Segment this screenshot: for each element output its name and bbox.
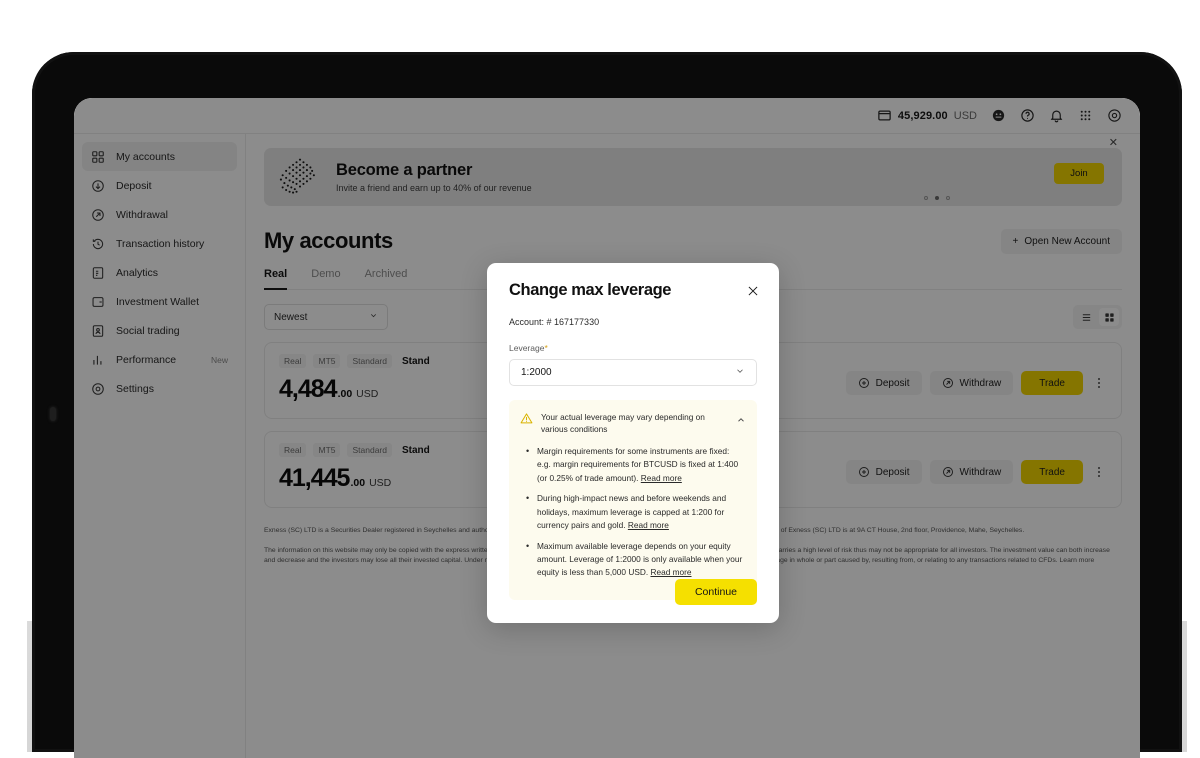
leverage-label-text: Leverage <box>509 343 545 353</box>
leverage-notice-panel: Your actual leverage may vary depending … <box>509 400 757 600</box>
notice-bullet: Margin requirements for some instruments… <box>524 444 745 485</box>
tablet-screen: 45,929.00 USD My accounts Deposit Withdr… <box>74 98 1140 758</box>
change-max-leverage-dialog: Change max leverage Account: # 167177330… <box>487 263 779 623</box>
account-number-line: Account: # 167177330 <box>509 317 600 327</box>
continue-button[interactable]: Continue <box>674 579 757 605</box>
dialog-footer: Continue <box>674 579 757 605</box>
read-more-link[interactable]: Read more <box>628 520 669 530</box>
notice-bullet-text: Margin requirements for some instruments… <box>537 445 739 483</box>
read-more-link[interactable]: Read more <box>641 473 682 483</box>
chevron-up-icon[interactable] <box>736 412 746 422</box>
chevron-down-icon <box>735 366 745 379</box>
device-camera <box>50 407 56 421</box>
notice-title: Your actual leverage may vary depending … <box>541 412 705 435</box>
close-icon[interactable] <box>746 284 760 298</box>
leverage-field-label: Leverage* <box>509 343 757 353</box>
leverage-select[interactable]: 1:2000 <box>509 359 757 386</box>
warning-triangle-icon <box>520 412 533 425</box>
tablet-device-frame: 45,929.00 USD My accounts Deposit Withdr… <box>27 47 1187 758</box>
leverage-selected-value: 1:2000 <box>521 367 552 378</box>
dialog-title: Change max leverage <box>509 281 672 299</box>
notice-bullet-text: Maximum available leverage depends on yo… <box>537 540 743 578</box>
notice-header: Your actual leverage may vary depending … <box>520 411 745 436</box>
notice-bullet: Maximum available leverage depends on yo… <box>524 538 745 580</box>
read-more-link[interactable]: Read more <box>650 567 691 577</box>
notice-bullet: During high-impact news and before weeke… <box>524 491 745 532</box>
required-asterisk: * <box>544 343 548 353</box>
notice-bullet-list: Margin requirements for some instruments… <box>520 444 745 580</box>
